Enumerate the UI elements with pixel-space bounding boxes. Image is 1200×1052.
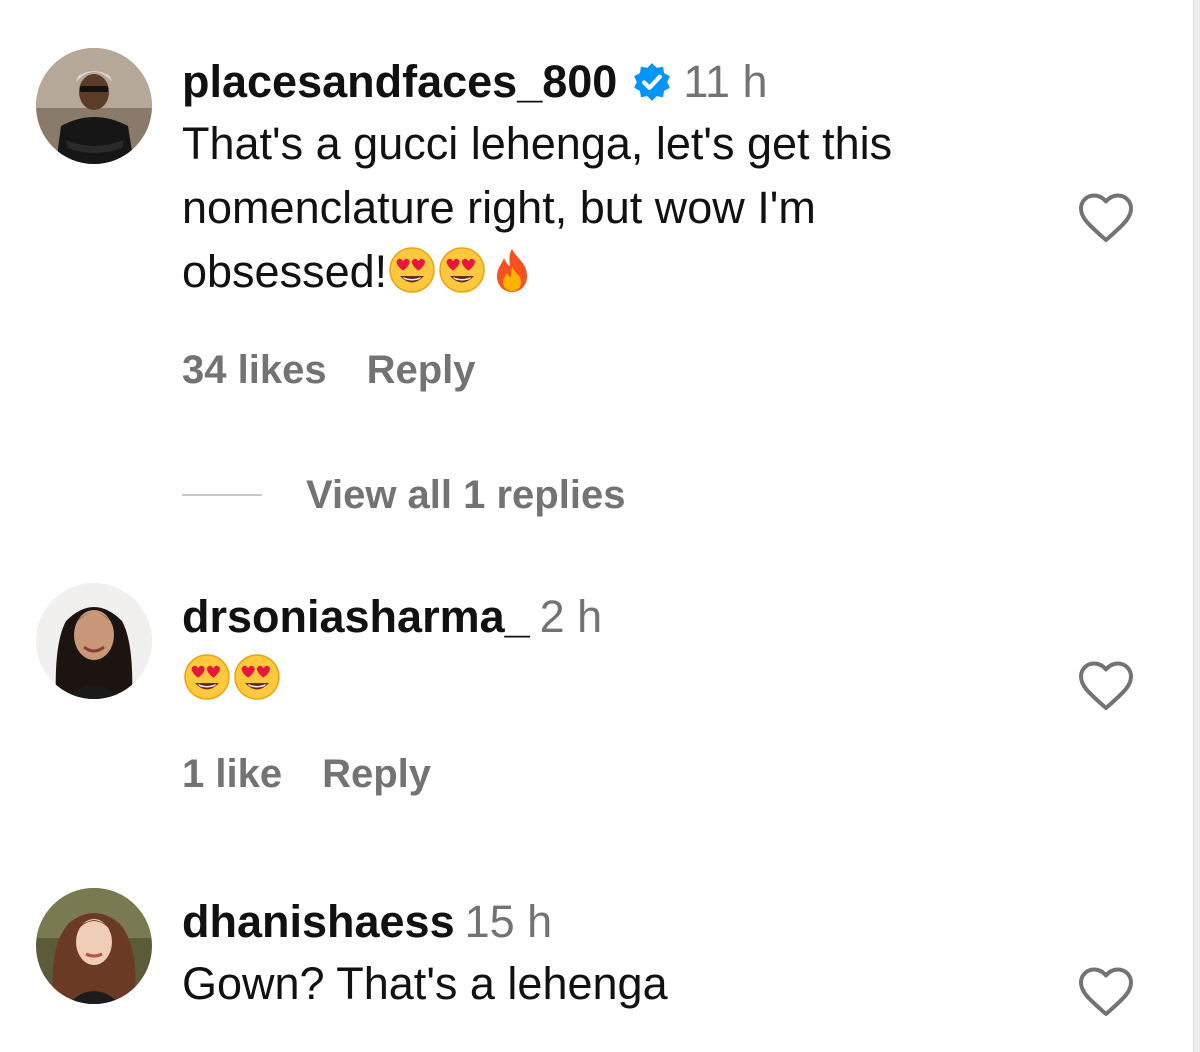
comment-time: 15 h (464, 896, 553, 947)
like-heart-icon[interactable] (1078, 192, 1134, 244)
heart-eyes-emoji-icon (182, 652, 232, 702)
username[interactable]: drsoniasharma_ (182, 591, 530, 642)
scrollbar[interactable] (1193, 0, 1200, 1052)
comment-actions: 34 likes Reply (182, 348, 516, 393)
heart-eyes-emoji-icon (232, 652, 282, 702)
comment-header: drsoniasharma_ 2 h (182, 589, 1070, 645)
likes-count[interactable]: 1 like (182, 752, 282, 796)
avatar[interactable] (36, 583, 152, 699)
comment-text-segment: obsessed! (182, 246, 388, 297)
verified-badge-icon (631, 61, 673, 103)
comment-text-line: obsessed! (182, 240, 1070, 304)
reply-button[interactable]: Reply (367, 348, 476, 392)
comment-header: placesandfaces_800 11 h (182, 54, 1070, 110)
reply-button[interactable]: Reply (322, 752, 431, 796)
comment-time: 2 h (539, 591, 603, 642)
comment-time: 11 h (683, 56, 768, 107)
replies-divider-line (182, 494, 262, 496)
like-heart-icon[interactable] (1078, 660, 1134, 712)
comment-text: That's a gucci lehenga, let's get this n… (182, 112, 1070, 304)
avatar[interactable] (36, 48, 152, 164)
view-replies-label: View all 1 replies (306, 472, 626, 517)
username[interactable]: dhanishaess (182, 896, 455, 947)
comment-text: Gown? That's a lehenga (182, 952, 1070, 1016)
likes-count[interactable]: 34 likes (182, 348, 327, 392)
fire-emoji-icon (487, 245, 537, 295)
view-replies-button[interactable]: View all 1 replies (182, 470, 625, 520)
comment-text-line: nomenclature right, but wow I'm (182, 182, 816, 233)
username[interactable]: placesandfaces_800 (182, 56, 617, 107)
comment-text-line: That's a gucci lehenga, let's get this (182, 118, 893, 169)
comment-header: dhanishaess 15 h (182, 894, 1070, 950)
heart-eyes-emoji-icon (387, 245, 437, 295)
like-heart-icon[interactable] (1078, 966, 1134, 1018)
heart-eyes-emoji-icon (437, 245, 487, 295)
comment-text (182, 647, 1070, 711)
avatar[interactable] (36, 888, 152, 1004)
comment-text-line: Gown? That's a lehenga (182, 958, 668, 1009)
comment-actions: 1 like Reply (182, 752, 471, 797)
